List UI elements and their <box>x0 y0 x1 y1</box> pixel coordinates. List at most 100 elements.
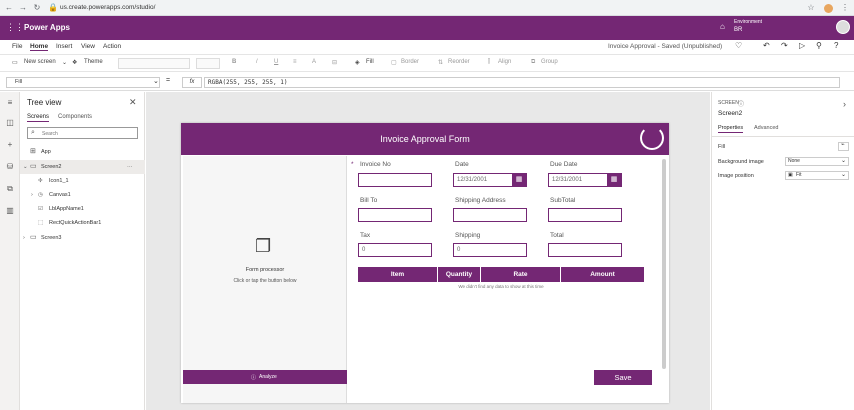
subtotal-label: SubTotal <box>550 197 576 204</box>
shipping-input[interactable]: 0 <box>453 243 527 257</box>
tree-item-screen3[interactable]: › ▭ Screen3 <box>20 231 145 245</box>
browser-menu-icon[interactable]: ⋮ <box>840 3 850 13</box>
bold-icon[interactable]: B <box>232 59 236 65</box>
close-icon[interactable]: ✕ <box>129 97 137 108</box>
forward-arrow-icon[interactable]: → <box>18 3 28 13</box>
underline-icon[interactable]: U <box>274 59 278 65</box>
share-icon[interactable]: ⚲ <box>816 41 822 50</box>
shipping-address-input[interactable] <box>453 208 527 222</box>
fill-label: Fill <box>718 144 726 150</box>
tax-input[interactable]: 0 <box>358 243 432 257</box>
tab-properties[interactable]: Properties <box>718 125 744 133</box>
bill-to-input[interactable] <box>358 208 432 222</box>
more-options-icon[interactable]: ··· <box>127 160 133 174</box>
border-button[interactable]: Border <box>401 59 419 65</box>
image-position-dropdown[interactable]: ▣ Fit ⌄ <box>785 171 849 180</box>
address-bar[interactable]: us.create.powerapps.com/studio/ <box>60 3 155 13</box>
font-size-input[interactable] <box>196 58 220 69</box>
subtotal-input[interactable] <box>548 208 622 222</box>
tree-item-icon1-1[interactable]: ✢ Icon1_1 <box>20 174 145 188</box>
tree-search-box[interactable]: ⌕ Search <box>27 127 138 139</box>
reload-icon[interactable]: ↻ <box>32 3 42 13</box>
due-date-picker[interactable]: 12/31/2001 ▦ <box>548 173 622 187</box>
chevron-down-icon[interactable]: ⌄ <box>23 160 28 174</box>
preview-play-icon[interactable]: ▷ <box>799 41 805 50</box>
image-position-label: Image position <box>718 173 754 179</box>
user-avatar[interactable] <box>836 20 850 34</box>
hamburger-icon[interactable]: ≡ <box>5 98 15 108</box>
tree-item-lblappname1[interactable]: ☑ LblAppName1 <box>20 202 145 216</box>
align-button[interactable]: Align <box>498 59 511 65</box>
chevron-right-icon[interactable]: › <box>843 99 846 109</box>
chevron-right-icon[interactable]: › <box>23 231 25 245</box>
equals-icon: = <box>166 77 171 84</box>
app-screen[interactable]: Invoice Approval Form ❐ Form processor C… <box>181 123 669 403</box>
new-screen-icon: ▭ <box>12 60 18 66</box>
tree-view-panel: Tree view ✕ Screens Components ⌕ Search … <box>20 92 145 410</box>
back-arrow-icon[interactable]: ← <box>4 3 14 13</box>
shipping-label: Shipping <box>455 232 481 239</box>
line-style-icon[interactable]: ⊟ <box>332 59 337 66</box>
tree-item-label: Icon1_1 <box>49 178 69 184</box>
fill-button[interactable]: Fill <box>366 59 374 65</box>
property-dropdown[interactable]: Fill <box>6 77 160 88</box>
font-family-select[interactable] <box>118 58 190 69</box>
advanced-tools-icon[interactable]: ▥ <box>5 206 15 216</box>
app-checker-icon[interactable]: ♡ <box>735 41 742 50</box>
tree-item-screen2[interactable]: ⌄ ▭ Screen2 ··· <box>20 160 145 174</box>
calendar-icon[interactable]: ▦ <box>512 174 526 186</box>
insert-plus-icon[interactable]: + <box>5 140 15 150</box>
group-button[interactable]: Group <box>541 59 558 65</box>
italic-icon[interactable]: / <box>256 59 258 65</box>
tree-item-app[interactable]: ⊞ App <box>20 145 145 159</box>
align-text-icon[interactable]: ≡ <box>293 59 297 65</box>
tree-item-canvas1[interactable]: › ◷ Canvas1 <box>20 188 145 202</box>
form-scrollbar[interactable] <box>662 159 666 369</box>
environment-icon: ⌂ <box>720 22 725 31</box>
app-header: ⋮⋮ Power Apps ⌂ Environment BR <box>0 16 854 40</box>
tree-item-rectquickactionbar1[interactable]: ⬚ RectQuickActionBar1 <box>20 216 145 230</box>
menu-home[interactable]: Home <box>30 43 49 51</box>
data-icon[interactable]: ⛁ <box>5 162 15 172</box>
total-input[interactable] <box>548 243 622 257</box>
tree-item-label: Screen3 <box>41 235 62 241</box>
tab-advanced[interactable]: Advanced <box>754 125 778 131</box>
background-image-label: Background image <box>718 159 764 165</box>
tab-screens[interactable]: Screens <box>27 114 50 122</box>
analyze-button[interactable]: ⓘ Analyze <box>183 370 347 384</box>
fill-color-picker[interactable]: ⌁ <box>838 142 849 151</box>
fx-button[interactable]: fx <box>182 77 202 88</box>
invoice-no-input[interactable] <box>358 173 432 187</box>
chevron-down-icon: ⌄ <box>840 172 846 178</box>
redo-icon[interactable]: ↷ <box>781 41 788 50</box>
calendar-icon[interactable]: ▦ <box>607 174 621 186</box>
menu-file[interactable]: File <box>12 43 22 50</box>
menu-insert[interactable]: Insert <box>56 43 72 50</box>
refresh-icon[interactable] <box>640 126 664 150</box>
app-launcher-icon[interactable]: ⋮⋮ <box>6 22 24 33</box>
browser-bar: ← → ↻ 🔒 us.create.powerapps.com/studio/ … <box>0 0 854 16</box>
menu-action[interactable]: Action <box>103 43 121 50</box>
group-icon: ⧉ <box>531 59 536 65</box>
formula-input[interactable]: RGBA(255, 255, 255, 1) <box>204 77 840 88</box>
background-image-dropdown[interactable]: None ⌄ <box>785 157 849 166</box>
profile-avatar[interactable] <box>824 4 833 13</box>
date-picker[interactable]: 12/31/2001 ▦ <box>453 173 527 187</box>
environment-value[interactable]: BR <box>734 27 742 33</box>
help-circle-icon[interactable]: ⓘ <box>738 99 744 108</box>
undo-icon[interactable]: ↶ <box>763 41 770 50</box>
menu-view[interactable]: View <box>81 43 95 50</box>
tab-components[interactable]: Components <box>58 114 92 120</box>
help-icon[interactable]: ? <box>834 41 838 50</box>
save-button[interactable]: Save <box>594 370 652 385</box>
reorder-button[interactable]: Reorder <box>448 59 470 65</box>
environment-label: Environment <box>734 19 763 25</box>
font-color-icon[interactable]: A <box>312 59 316 65</box>
chevron-right-icon[interactable]: › <box>31 188 33 202</box>
star-icon[interactable]: ☆ <box>806 3 816 13</box>
new-screen-button[interactable]: New screen <box>24 59 56 65</box>
theme-button[interactable]: Theme <box>84 59 103 65</box>
media-icon[interactable]: ⧉ <box>5 184 15 194</box>
tree-view-icon[interactable]: ◫ <box>5 118 15 128</box>
properties-panel: SCREEN ⓘ › Screen2 Properties Advanced F… <box>711 92 854 410</box>
